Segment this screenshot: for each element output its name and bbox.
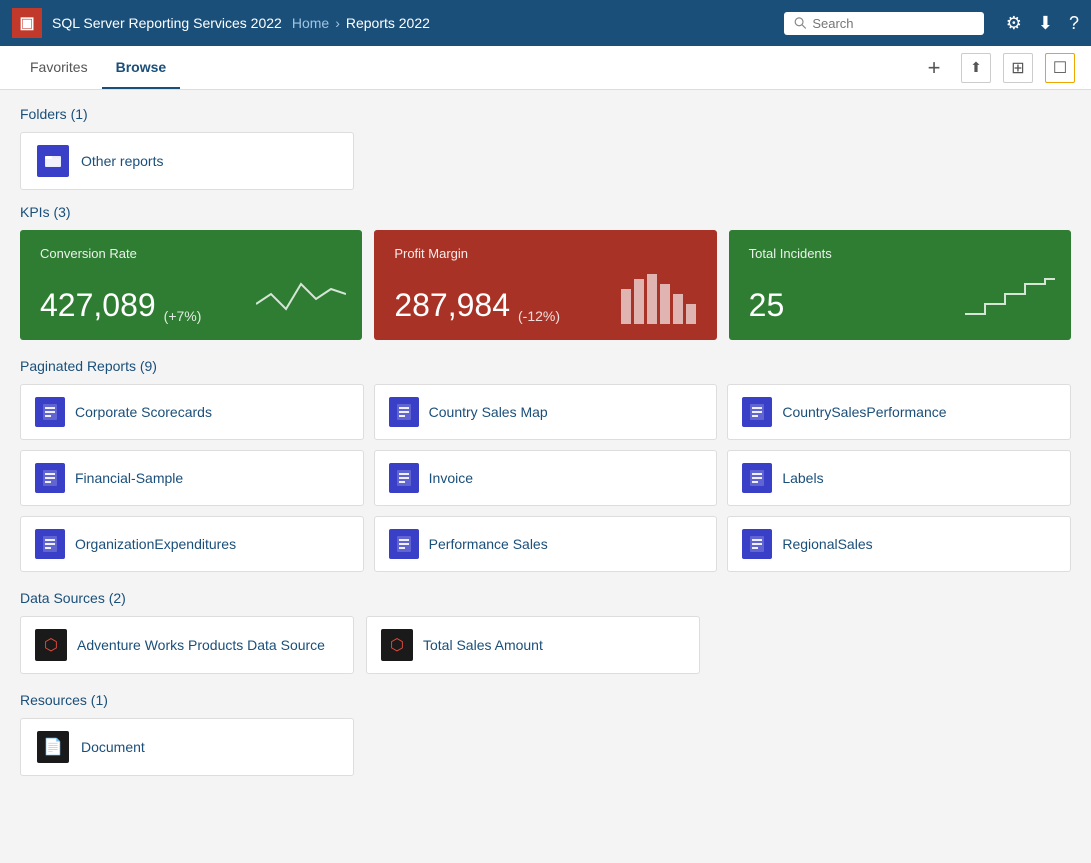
details-view-button[interactable]: ☐ [1045,53,1075,83]
report-label: Corporate Scorecards [75,404,212,420]
header: ▣ SQL Server Reporting Services 2022 Hom… [0,0,1091,46]
app-logo: ▣ [12,8,42,38]
kpi-value: 287,984 [394,287,510,324]
reports-section-title: Paginated Reports (9) [20,358,1071,374]
kpi-title: Profit Margin [394,246,696,261]
folders-section-title: Folders (1) [20,106,1071,122]
report-icon [35,463,65,493]
breadcrumb-current: Reports 2022 [346,15,430,31]
resources-list: 📄 Document [20,718,1071,776]
report-icon [389,397,419,427]
report-label: Labels [782,470,823,486]
report-icon [742,463,772,493]
list-item[interactable]: Financial-Sample [20,450,364,506]
kpi-value: 25 [749,287,785,324]
kpi-change: (-12%) [518,308,560,324]
tabs-bar: Favorites Browse + ⬆ ⊞ ☐ [0,46,1091,90]
breadcrumb: Home › Reports 2022 [292,15,430,31]
resources-section-title: Resources (1) [20,692,1071,708]
list-item[interactable]: Labels [727,450,1071,506]
report-icon [742,529,772,559]
list-item[interactable]: ⬡ Adventure Works Products Data Source [20,616,354,674]
report-icon [389,463,419,493]
datasources-section-title: Data Sources (2) [20,590,1071,606]
kpi-chart [256,274,346,324]
report-label: RegionalSales [782,536,872,552]
kpis-section-title: KPIs (3) [20,204,1071,220]
report-icon [35,397,65,427]
list-item[interactable]: ⬡ Total Sales Amount [366,616,700,674]
kpi-profit-margin[interactable]: Profit Margin 287,984 (-12%) [374,230,716,340]
search-input[interactable] [812,16,973,31]
report-label: OrganizationExpenditures [75,536,236,552]
list-item[interactable]: Performance Sales [374,516,718,572]
resource-icon: 📄 [37,731,69,763]
header-icons: ⚙ ⬇ ? [1006,13,1079,34]
tiles-view-button[interactable]: ⊞ [1003,53,1033,83]
list-item[interactable]: OrganizationExpenditures [20,516,364,572]
download-icon[interactable]: ⬇ [1038,13,1053,34]
breadcrumb-home[interactable]: Home [292,15,329,31]
kpi-change: (+7%) [164,308,202,324]
kpi-conversion-rate[interactable]: Conversion Rate 427,089 (+7%) [20,230,362,340]
search-icon [794,16,807,30]
kpi-total-incidents[interactable]: Total Incidents 25 [729,230,1071,340]
datasource-icon: ⬡ [35,629,67,661]
settings-icon[interactable]: ⚙ [1006,13,1022,34]
folder-label: Other reports [81,153,163,169]
resource-label: Document [81,739,145,755]
main-content: Folders (1) Other reports KPIs (3) Conve… [0,90,1091,863]
app-title: SQL Server Reporting Services 2022 [52,15,282,31]
toolbar-right: + ⬆ ⊞ ☐ [919,53,1075,83]
upload-button[interactable]: ⬆ [961,53,991,83]
help-icon[interactable]: ? [1069,13,1079,34]
breadcrumb-chevron: › [335,15,340,31]
kpi-title: Conversion Rate [40,246,342,261]
list-item[interactable]: RegionalSales [727,516,1071,572]
folders-list: Other reports [20,132,1071,190]
kpi-chart [621,269,701,324]
add-button[interactable]: + [919,53,949,83]
report-label: CountrySalesPerformance [782,404,946,420]
kpi-value: 427,089 [40,287,156,324]
list-item[interactable]: Invoice [374,450,718,506]
kpi-title: Total Incidents [749,246,1051,261]
datasource-icon: ⬡ [381,629,413,661]
list-item[interactable]: Country Sales Map [374,384,718,440]
report-label: Financial-Sample [75,470,183,486]
report-label: Invoice [429,470,473,486]
reports-grid: Corporate Scorecards Country Sales Map [20,384,1071,572]
tab-browse[interactable]: Browse [102,47,181,89]
tab-favorites[interactable]: Favorites [16,47,102,89]
kpi-chart [965,274,1055,324]
report-icon [35,529,65,559]
search-box[interactable] [784,12,984,35]
list-item[interactable]: Other reports [20,132,354,190]
datasources-list: ⬡ Adventure Works Products Data Source ⬡… [20,616,1071,674]
datasource-label: Total Sales Amount [423,637,543,653]
list-item[interactable]: 📄 Document [20,718,354,776]
report-label: Performance Sales [429,536,548,552]
folder-icon [37,145,69,177]
report-label: Country Sales Map [429,404,548,420]
datasource-label: Adventure Works Products Data Source [77,637,325,653]
report-icon [742,397,772,427]
list-item[interactable]: CountrySalesPerformance [727,384,1071,440]
list-item[interactable]: Corporate Scorecards [20,384,364,440]
kpi-list: Conversion Rate 427,089 (+7%) Profit Mar… [20,230,1071,340]
report-icon [389,529,419,559]
